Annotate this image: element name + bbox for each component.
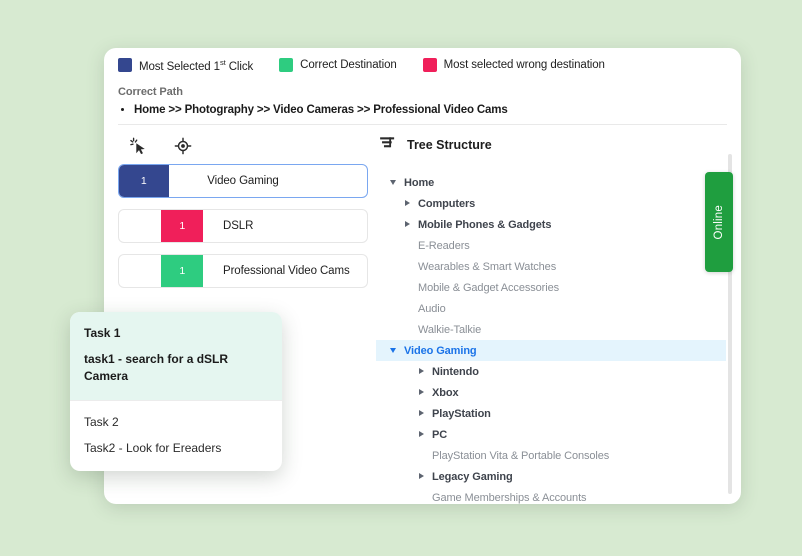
- tree-node[interactable]: Home: [376, 172, 726, 193]
- tree-node-label: Wearables & Smart Watches: [418, 261, 556, 273]
- tree-node[interactable]: Wearables & Smart Watches: [376, 256, 726, 277]
- tree-node-label: Legacy Gaming: [432, 471, 513, 483]
- tree-node-label: Mobile Phones & Gadgets: [418, 219, 551, 231]
- legend-text-post: Click: [226, 61, 254, 73]
- tree-list: Home Computers Mobile Phones & Gadgets E-Re…: [376, 172, 726, 508]
- tree-node[interactable]: PlayStation: [376, 403, 726, 424]
- legend-label-most-selected-wrong-destination: Most selected wrong destination: [444, 59, 605, 71]
- bar-segment: 1: [161, 210, 203, 242]
- correct-path-section: Correct Path Home >> Photography >> Vide…: [118, 86, 508, 116]
- bar-label: DSLR: [223, 220, 367, 232]
- tree-node-label: Audio: [418, 303, 446, 315]
- chevron-down-icon[interactable]: [390, 178, 399, 187]
- task-description: Task2 - Look for Ereaders: [84, 440, 268, 457]
- bar-label: Professional Video Cams: [223, 265, 367, 277]
- legend-item-most-selected-wrong-destination: Most selected wrong destination: [423, 58, 605, 72]
- chevron-right-icon[interactable]: [404, 220, 413, 229]
- online-status-tab[interactable]: Online: [705, 172, 733, 272]
- legend-swatch-red: [423, 58, 437, 72]
- click-cursor-icon[interactable]: [130, 137, 148, 155]
- tree-node-spacer: [404, 241, 413, 250]
- tree-node-spacer: [404, 304, 413, 313]
- task-description: task1 - search for a dSLR Camera: [84, 351, 268, 386]
- correct-path-list: Home >> Photography >> Video Cameras >> …: [118, 104, 508, 116]
- tree-node-spacer: [418, 493, 427, 502]
- tree-node-label: Game Memberships & Accounts: [432, 492, 586, 504]
- bar-segment: 1: [119, 165, 169, 197]
- tree-node[interactable]: Legacy Gaming: [376, 466, 726, 487]
- tree-node-label: Mobile & Gadget Accessories: [418, 282, 559, 294]
- correct-path-title: Correct Path: [118, 86, 508, 98]
- bars-list: 1Video Gaming1DSLR1Professional Video Ca…: [118, 164, 368, 288]
- task-popup: Task 1task1 - search for a dSLR CameraTa…: [70, 312, 282, 471]
- tree-node-spacer: [418, 451, 427, 460]
- crosshair-target-icon[interactable]: [174, 137, 192, 155]
- chevron-right-icon[interactable]: [418, 409, 427, 418]
- correct-path-item: Home >> Photography >> Video Cameras >> …: [134, 104, 508, 116]
- bar-segment: 1: [161, 255, 203, 287]
- tree-node-label: PlayStation Vita & Portable Consoles: [432, 450, 609, 462]
- online-status-label: Online: [713, 205, 725, 239]
- tree-node-label: Walkie-Talkie: [418, 324, 481, 336]
- tree-node[interactable]: Audio: [376, 298, 726, 319]
- bar-row[interactable]: 1Video Gaming: [118, 164, 368, 198]
- bar-row[interactable]: 1 DSLR: [118, 209, 368, 243]
- legend-label-most-selected-first-click: Most Selected 1st Click: [139, 58, 253, 73]
- task-title: Task 2: [84, 415, 268, 429]
- tree-node-label: Xbox: [432, 387, 459, 399]
- tree-node-spacer: [404, 283, 413, 292]
- tree-node[interactable]: PlayStation Vita & Portable Consoles: [376, 445, 726, 466]
- tree-node-label: PC: [432, 429, 447, 441]
- tree-node[interactable]: Xbox: [376, 382, 726, 403]
- tree-node-label: Home: [404, 177, 434, 189]
- legend-label-correct-destination: Correct Destination: [300, 59, 397, 71]
- tree-node[interactable]: Nintendo: [376, 361, 726, 382]
- legend-item-correct-destination: Correct Destination: [279, 58, 397, 72]
- tree-node-spacer: [404, 325, 413, 334]
- tree-structure-icon: [380, 136, 396, 155]
- chevron-right-icon[interactable]: [404, 199, 413, 208]
- legend-swatch-blue: [118, 58, 132, 72]
- legend-item-most-selected-first-click: Most Selected 1st Click: [118, 58, 253, 73]
- legend: Most Selected 1st Click Correct Destinat…: [118, 58, 605, 73]
- chevron-down-icon[interactable]: [390, 346, 399, 355]
- tree-node-label: Computers: [418, 198, 475, 210]
- bar-count: 1: [179, 265, 185, 277]
- tree-node[interactable]: Game Memberships & Accounts: [376, 487, 726, 508]
- tree-node[interactable]: Mobile & Gadget Accessories: [376, 277, 726, 298]
- tree-node-spacer: [404, 262, 413, 271]
- tree-header-title: Tree Structure: [407, 138, 492, 152]
- bars-panel: 1Video Gaming1DSLR1Professional Video Ca…: [118, 132, 368, 288]
- legend-swatch-green: [279, 58, 293, 72]
- chevron-right-icon[interactable]: [418, 367, 427, 376]
- task-item[interactable]: Task 2 Task2 - Look for Ereaders: [70, 401, 282, 471]
- tree-node-label: Nintendo: [432, 366, 479, 378]
- tree-node[interactable]: Video Gaming: [376, 340, 726, 361]
- bar-count: 1: [141, 175, 147, 187]
- chevron-right-icon[interactable]: [418, 388, 427, 397]
- tree-node[interactable]: PC: [376, 424, 726, 445]
- tree-panel: Tree Structure Home Computers Mobile Phone…: [376, 132, 726, 492]
- tree-node-label: PlayStation: [432, 408, 491, 420]
- task-item[interactable]: Task 1 task1 - search for a dSLR Camera: [70, 312, 282, 400]
- bar-row[interactable]: 1 Professional Video Cams: [118, 254, 368, 288]
- tree-header: Tree Structure: [376, 132, 726, 158]
- tree-node-label: E-Readers: [418, 240, 470, 252]
- tree-node[interactable]: E-Readers: [376, 235, 726, 256]
- header-divider: [118, 124, 727, 125]
- tree-node[interactable]: Mobile Phones & Gadgets: [376, 214, 726, 235]
- tree-node[interactable]: Walkie-Talkie: [376, 319, 726, 340]
- bar-count: 1: [179, 220, 185, 232]
- chevron-right-icon[interactable]: [418, 430, 427, 439]
- tree-node[interactable]: Computers: [376, 193, 726, 214]
- task-title: Task 1: [84, 326, 268, 340]
- legend-text-pre: Most Selected 1: [139, 61, 220, 73]
- bars-toolbar: [118, 132, 368, 160]
- chevron-right-icon[interactable]: [418, 472, 427, 481]
- tree-node-label: Video Gaming: [404, 345, 477, 357]
